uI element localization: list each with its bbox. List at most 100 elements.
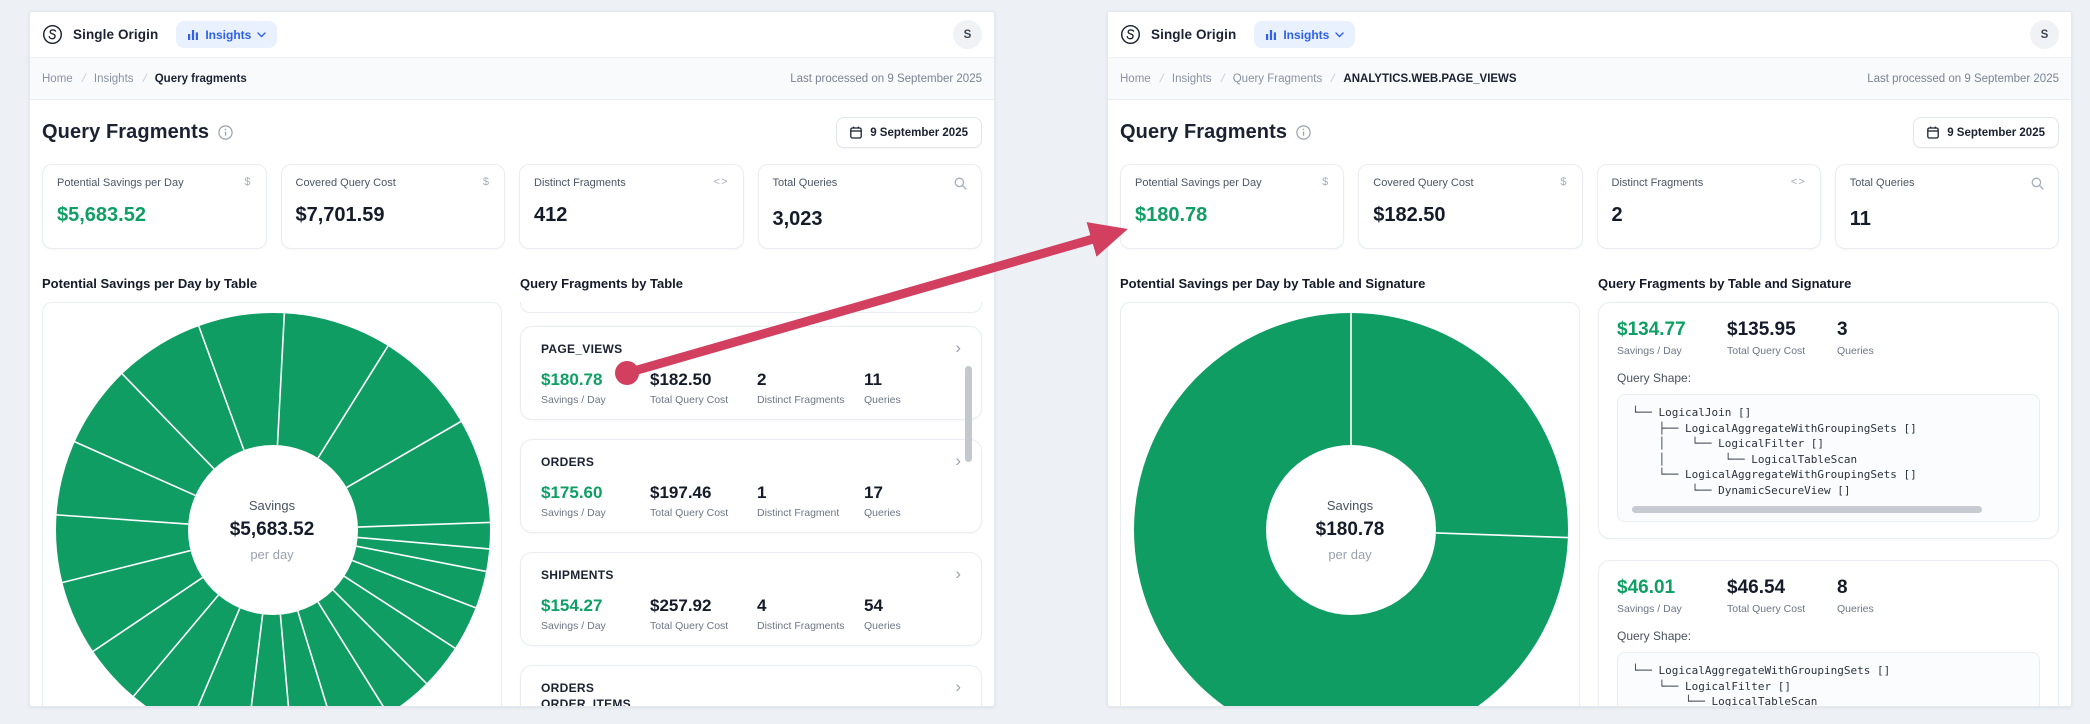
row-stat-label: Savings / Day bbox=[541, 620, 606, 632]
signature-stat-label: Savings / Day bbox=[1617, 345, 1682, 357]
list-section-title: Query Fragments by Table and Signature bbox=[1598, 276, 1852, 291]
row-stat-value: 54 bbox=[864, 596, 883, 615]
query-shape-label: Query Shape: bbox=[1617, 629, 1692, 643]
donut-chart-card: Savings $5,683.52 per day bbox=[42, 302, 502, 706]
breadcrumb-item-query-fragments[interactable]: Query Fragments bbox=[1233, 73, 1322, 85]
stat-card-covered-query-cost: Covered Query Cost $ $7,701.59 bbox=[280, 164, 505, 249]
breadcrumb-item-home[interactable]: Home bbox=[42, 73, 73, 85]
donut-chart-card: Savings $180.78 per day bbox=[1120, 302, 1580, 706]
row-title: SHIPMENTS bbox=[541, 568, 614, 582]
stat-card-potential-savings-per-day: Potential Savings per Day $ $180.78 bbox=[1120, 164, 1345, 249]
table-row-card-orders[interactable]: ORDERS › $175.60 Savings / Day $197.46 Total … bbox=[520, 439, 982, 533]
breadcrumb-separator: / bbox=[1158, 72, 1165, 85]
stat-value: 2 bbox=[1611, 204, 1623, 226]
row-stat-value: $197.46 bbox=[650, 483, 712, 502]
horizontal-scrollbar-thumb[interactable] bbox=[1632, 506, 1983, 513]
fragments-list: PAGE_VIEWS › $180.78 Savings / Day $182.50 To… bbox=[520, 302, 982, 706]
signature-stat-value: $46.01 bbox=[1617, 577, 1676, 598]
signature-card: $46.01 Savings / Day $46.54 Total Query Cos… bbox=[1598, 560, 2059, 707]
single-origin-logo-icon bbox=[1121, 25, 1140, 44]
stat-label: Distinct Fragments bbox=[1611, 177, 1704, 189]
query-shape-line: │ └── LogicalTableScan bbox=[1632, 452, 1858, 466]
user-avatar[interactable]: S bbox=[2030, 20, 2059, 49]
stats-row: Potential Savings per Day $ $180.78 Covered… bbox=[1120, 164, 2059, 249]
stat-value: 3,023 bbox=[772, 208, 823, 230]
query-shape-line: └── LogicalJoin [] bbox=[1632, 406, 1752, 419]
chevron-right-icon: › bbox=[955, 451, 961, 470]
signature-stat: $134.77 Savings / Day bbox=[1617, 319, 1727, 357]
date-picker-label: 9 September 2025 bbox=[870, 126, 968, 139]
stat-card-distinct-fragments: Distinct Fragments <> 412 bbox=[519, 164, 744, 249]
info-icon[interactable] bbox=[218, 125, 233, 140]
signature-stat: $46.54 Total Query Cost bbox=[1727, 577, 1837, 615]
signature-stat: 8 Queries bbox=[1837, 577, 2040, 615]
row-stat-label: Total Query Cost bbox=[650, 507, 729, 519]
dollar-icon: $ bbox=[482, 176, 490, 188]
query-shape-line: │ └── LogicalFilter [] bbox=[1632, 437, 1825, 450]
row-stat: $182.50 Total Query Cost bbox=[650, 370, 757, 406]
row-stat: $257.92 Total Query Cost bbox=[650, 596, 757, 632]
chart-section-title: Potential Savings per Day by Table bbox=[42, 276, 258, 291]
row-title: PAGE_VIEWS bbox=[541, 342, 623, 356]
table-row-card-orders[interactable]: ORDERS ORDER_ITEMS › bbox=[520, 665, 982, 706]
calendar-icon bbox=[850, 126, 863, 139]
dollar-icon: $ bbox=[244, 176, 252, 188]
stat-value: 11 bbox=[1849, 208, 1871, 230]
stat-label: Covered Query Cost bbox=[295, 177, 396, 189]
signature-stat-label: Queries bbox=[1837, 603, 1874, 615]
stats-row: Potential Savings per Day $ $5,683.52 Cover… bbox=[42, 164, 982, 249]
query-shape-label: Query Shape: bbox=[1617, 371, 1692, 385]
info-icon[interactable] bbox=[1296, 125, 1311, 140]
search-icon bbox=[2031, 177, 2044, 193]
date-picker-button[interactable]: 9 September 2025 bbox=[1913, 117, 2059, 148]
stat-value: $5,683.52 bbox=[57, 204, 146, 226]
row-stat-value: 17 bbox=[864, 483, 883, 502]
savings-donut-chart bbox=[1134, 313, 1568, 706]
insights-nav-button[interactable]: Insights bbox=[176, 21, 278, 48]
signature-stat: $46.01 Savings / Day bbox=[1617, 577, 1727, 615]
stat-card-covered-query-cost: Covered Query Cost $ $182.50 bbox=[1358, 164, 1583, 249]
bar-chart-icon bbox=[1266, 29, 1277, 40]
query-shape-line: └── LogicalFilter [] bbox=[1632, 679, 1791, 693]
row-stat-value: 11 bbox=[864, 370, 882, 389]
row-stat: 2 Distinct Fragments bbox=[757, 370, 864, 406]
breadcrumb-item-insights[interactable]: Insights bbox=[94, 73, 134, 85]
signature-stat: $135.95 Total Query Cost bbox=[1727, 319, 1837, 357]
screenshot-panel-left: Single Origin Insights S Home / Insights / Q… bbox=[29, 11, 995, 707]
row-stat-label: Distinct Fragments bbox=[757, 620, 845, 632]
partially-scrolled-card bbox=[520, 302, 982, 313]
breadcrumb-separator: / bbox=[1329, 72, 1336, 85]
stat-value: $7,701.59 bbox=[295, 204, 385, 226]
row-stat-label: Savings / Day bbox=[541, 507, 606, 519]
chevron-down-icon bbox=[257, 31, 267, 37]
date-picker-button[interactable]: 9 September 2025 bbox=[836, 117, 982, 148]
insights-nav-button[interactable]: Insights bbox=[1254, 21, 1356, 48]
signature-stat-label: Queries bbox=[1837, 345, 1874, 357]
code-icon: <> bbox=[713, 176, 729, 188]
breadcrumb: Home / Insights / Query Fragments / ANALYTICS.… bbox=[1120, 73, 1517, 85]
top-bar: Single Origin Insights S bbox=[30, 12, 994, 57]
user-avatar[interactable]: S bbox=[953, 20, 982, 49]
breadcrumb-item-analytics-web-page-views: ANALYTICS.WEB.PAGE_VIEWS bbox=[1343, 72, 1517, 85]
signature-stat-label: Total Query Cost bbox=[1727, 603, 1806, 615]
query-shape-line: └── LogicalTableScan bbox=[1632, 695, 1818, 707]
breadcrumb-bar: Home / Insights / Query fragments Last proce… bbox=[30, 57, 994, 100]
dollar-icon: $ bbox=[1322, 176, 1330, 188]
stat-label: Total Queries bbox=[772, 177, 838, 189]
row-stat: 17 Queries bbox=[864, 483, 961, 519]
stat-value: $180.78 bbox=[1135, 204, 1208, 226]
breadcrumb-item-insights[interactable]: Insights bbox=[1172, 73, 1212, 85]
breadcrumb-item-home[interactable]: Home bbox=[1120, 73, 1151, 85]
query-shape-tree: └── LogicalAggregateWithGroupingSets [] … bbox=[1617, 652, 2040, 707]
signatures-list: $134.77 Savings / Day $135.95 Total Query C… bbox=[1598, 302, 2059, 707]
table-row-card-shipments[interactable]: SHIPMENTS › $154.27 Savings / Day $257.92 Tot… bbox=[520, 552, 982, 646]
row-stat-label: Total Query Cost bbox=[650, 620, 729, 632]
last-processed-text: Last processed on 9 September 2025 bbox=[1867, 72, 2059, 85]
breadcrumb-separator: / bbox=[141, 72, 148, 85]
table-row-card-page_views[interactable]: PAGE_VIEWS › $180.78 Savings / Day $182.50 To… bbox=[520, 326, 982, 420]
stat-card-distinct-fragments: Distinct Fragments <> 2 bbox=[1596, 164, 1821, 249]
list-scrollbar-thumb[interactable] bbox=[965, 366, 972, 462]
date-picker-label: 9 September 2025 bbox=[1947, 126, 2045, 139]
query-shape-tree: └── LogicalJoin [] ├── LogicalAggregateW… bbox=[1617, 394, 2040, 522]
stat-label: Distinct Fragments bbox=[534, 177, 626, 189]
